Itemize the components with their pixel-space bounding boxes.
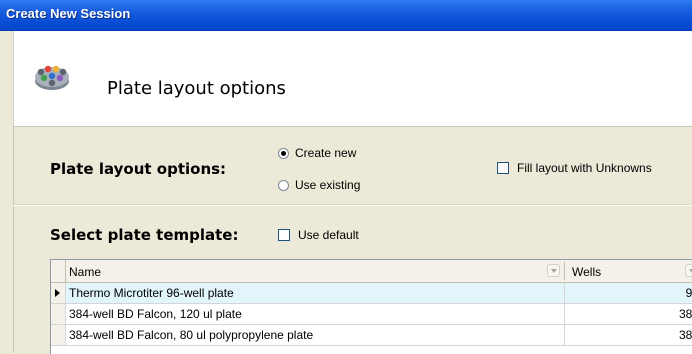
radio-empty-icon <box>278 179 289 191</box>
cell-name: 384-well BD Falcon, 80 ul polypropylene … <box>69 328 314 342</box>
current-row-arrow-icon <box>55 289 60 297</box>
cell-wells: 96 <box>685 286 692 300</box>
cell-wells: 384 <box>678 307 692 321</box>
use-default-label: Use default <box>298 228 359 242</box>
table-row[interactable]: Thermo Microtiter 96-well plate 96 <box>51 283 692 304</box>
title-bar: Create New Session <box>0 0 692 31</box>
divider <box>13 126 692 127</box>
create-new-radio[interactable]: Create new <box>278 146 356 160</box>
cell-name: Thermo Microtiter 96-well plate <box>69 286 234 300</box>
layout-options-label: Plate layout options: <box>50 160 227 178</box>
fill-unknowns-label: Fill layout with Unknowns <box>517 161 652 175</box>
column-header-wells[interactable]: Wells <box>572 265 601 279</box>
template-label: Select plate template: <box>50 226 239 244</box>
column-divider[interactable] <box>564 262 565 280</box>
divider <box>13 126 14 353</box>
use-existing-radio[interactable]: Use existing <box>278 178 360 192</box>
grid-header: Name Wells <box>51 260 692 283</box>
row-selector[interactable] <box>51 304 66 324</box>
radio-selected-icon <box>278 147 289 159</box>
divider <box>13 205 692 206</box>
window-title: Create New Session <box>6 6 131 21</box>
use-existing-label: Use existing <box>295 178 361 192</box>
cell-name: 384-well BD Falcon, 120 ul plate <box>69 307 242 321</box>
table-row[interactable]: 384-well BD Falcon, 120 ul plate 384 <box>51 304 692 325</box>
row-selector-header <box>51 260 66 282</box>
fill-unknowns-checkbox[interactable]: Fill layout with Unknowns <box>497 161 652 175</box>
wells-filter-dropdown-icon[interactable] <box>685 264 692 277</box>
cell-wells: 384 <box>678 328 692 342</box>
plate-wells-icon <box>35 65 69 90</box>
checkbox-icon <box>278 229 290 241</box>
row-selector[interactable] <box>51 325 66 345</box>
template-grid[interactable]: Name Wells Thermo Microtiter 96-well pla… <box>50 259 692 354</box>
column-header-name[interactable]: Name <box>69 265 101 279</box>
create-new-label: Create new <box>295 146 357 160</box>
checkbox-icon <box>497 162 509 174</box>
use-default-checkbox[interactable]: Use default <box>278 228 359 242</box>
row-selector[interactable] <box>51 283 66 303</box>
page-heading: Plate layout options <box>107 78 286 99</box>
name-filter-dropdown-icon[interactable] <box>547 264 560 277</box>
wizard-header: Plate layout options <box>13 31 692 126</box>
table-row[interactable]: 384-well BD Falcon, 80 ul polypropylene … <box>51 325 692 346</box>
